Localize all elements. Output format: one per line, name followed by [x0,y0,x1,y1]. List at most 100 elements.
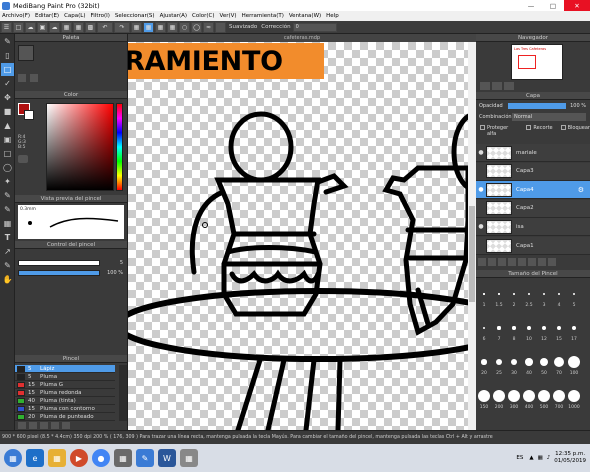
brush-size-dot[interactable] [483,293,485,295]
nav-zoom-in-icon[interactable] [492,82,502,90]
media-player-icon[interactable]: ▶ [70,449,88,467]
brush-size-dot[interactable] [498,293,500,295]
grid-icon[interactable]: ▦ [73,21,84,33]
brush-size-dot[interactable] [572,292,576,296]
divide-tool-icon[interactable]: ▦ [1,217,14,230]
word-icon[interactable]: W [158,449,176,467]
medibang-taskbar-icon[interactable]: ✎ [136,449,154,467]
brush-add-icon[interactable] [18,422,26,429]
brush-list-item[interactable]: 40 Pluma (tinta) [15,397,115,405]
shape-tool-icon[interactable]: ✓ [1,77,14,90]
start-button-icon[interactable]: ▦ [4,449,22,467]
brush-list-item[interactable]: 15 Pluma redonda [15,389,115,397]
app-icon-1[interactable]: ▦ [114,449,132,467]
bucket-tool-icon[interactable]: ▲ [1,119,14,132]
snap-radial-icon[interactable]: ○ [179,21,190,33]
brush-size-dot[interactable] [512,326,516,330]
layer-menu-icon[interactable] [548,258,556,266]
layer-opacity-slider[interactable] [508,103,566,109]
menu-editar[interactable]: Editar(E) [35,13,59,19]
brush-settings-icon[interactable] [51,422,59,429]
magic-wand-icon[interactable]: ✦ [1,175,14,188]
hue-slider[interactable] [116,103,123,191]
cloud-icon[interactable]: ☁ [25,21,36,33]
palette-delete-icon[interactable] [30,74,38,82]
maximize-button[interactable]: □ [542,0,564,11]
clock[interactable]: 12:35 p.m. 01/05/2019 [554,451,586,465]
layer-delete-icon[interactable] [518,258,526,266]
volume-icon[interactable]: ♪ [547,455,551,461]
menu-capa[interactable]: Capa(L) [64,13,85,19]
brush-size-dot[interactable] [557,292,561,296]
drawing-artwork[interactable] [128,42,476,430]
brush-size-dot[interactable] [538,390,550,402]
snap-cross-icon[interactable]: ▦ [155,21,166,33]
select-rect-icon[interactable]: □ [1,147,14,160]
brush-size-dot[interactable] [556,325,562,331]
background-color-swatch[interactable] [24,110,34,120]
minimize-button[interactable]: — [520,0,542,11]
brush-size-dot[interactable] [510,358,518,366]
brush-scrollbar[interactable] [119,365,127,421]
brush-list-item[interactable]: 20 Pluma de punteado [15,413,115,421]
brush-list-item[interactable]: 5 Lápiz [15,365,115,373]
brush-delete-icon[interactable] [62,422,70,429]
move-tool-icon[interactable]: ✥ [1,91,14,104]
brush-size-dot[interactable] [539,357,549,367]
snap-curve-icon[interactable]: ≈ [203,21,214,33]
gradient-tool-icon[interactable]: ▣ [1,133,14,146]
brush-size-dot[interactable] [528,293,530,295]
select-eraser-icon[interactable]: ✎ [1,203,14,216]
color-mode-icon[interactable] [18,155,28,163]
brush-size-dot[interactable] [513,293,515,295]
layer-visibility-icon[interactable]: ● [476,218,486,236]
brush-list-item[interactable]: 15 Pluma con contorno [15,405,115,413]
save-icon[interactable]: ▣ [37,21,48,33]
layer-up-icon[interactable] [528,258,536,266]
brush-size-dot[interactable] [497,326,501,330]
folder-icon[interactable]: ▦ [48,449,66,467]
blend-mode-select[interactable]: Normal [512,113,586,121]
brush-cloud-icon[interactable] [40,422,48,429]
layer-row[interactable]: ● mariale [476,144,590,162]
brush-size-dot[interactable] [542,292,546,296]
hand-tool-icon[interactable]: ✋ [1,273,14,286]
fill-rect-icon[interactable]: ■ [1,105,14,118]
layer-visibility-icon[interactable]: ● [476,144,486,162]
brush-size-slider[interactable] [18,260,100,266]
navigator-thumbnail[interactable]: Las Tres Cafeteras [511,44,563,80]
menu-ventana[interactable]: Ventana(W) [289,13,321,19]
layer-visibility-icon[interactable]: ● [476,181,486,199]
brush-size-dot[interactable] [553,356,564,367]
dot-tool-icon[interactable]: □ [1,63,14,76]
snap-circle-icon[interactable]: ◯ [191,21,202,33]
layer-visibility-icon[interactable] [476,199,486,217]
bloquear-checkbox[interactable] [560,125,566,130]
text-tool-icon[interactable]: T [1,231,14,244]
network-icon[interactable]: ▦ [538,455,543,461]
menu-herramienta[interactable]: Herramienta(T) [242,13,284,19]
cloud-save-icon[interactable]: ☁ [49,21,60,33]
chrome-icon[interactable]: ● [92,449,110,467]
brush-size-dot[interactable] [496,359,502,365]
nav-fit-icon[interactable] [504,82,514,90]
snap-parallel-icon[interactable]: ▦ [143,21,154,33]
brush-size-dot[interactable] [525,358,533,366]
brush-tool-icon[interactable]: ✎ [1,35,14,48]
close-button[interactable]: ✕ [564,0,590,11]
layer-row[interactable]: Capa3 [476,162,590,181]
brush-opacity-slider[interactable] [18,270,100,276]
operation-tool-icon[interactable]: ↗ [1,245,14,258]
new-file-icon[interactable]: □ [13,21,24,33]
snap-icon[interactable]: ▩ [85,21,96,33]
suavizado-checkbox[interactable] [215,21,226,33]
nav-zoom-out-icon[interactable] [480,82,490,90]
menu-ver[interactable]: Ver(V) [220,13,237,19]
menu-color[interactable]: Color(C) [192,13,215,19]
document-tab[interactable]: cafeteras.mdp [128,34,476,42]
brush-copy-icon[interactable] [29,422,37,429]
brush-size-dot[interactable] [481,359,487,365]
ie-icon[interactable]: e [26,449,44,467]
saturation-value-square[interactable] [46,103,114,191]
layer-row[interactable]: Capa2 [476,199,590,218]
